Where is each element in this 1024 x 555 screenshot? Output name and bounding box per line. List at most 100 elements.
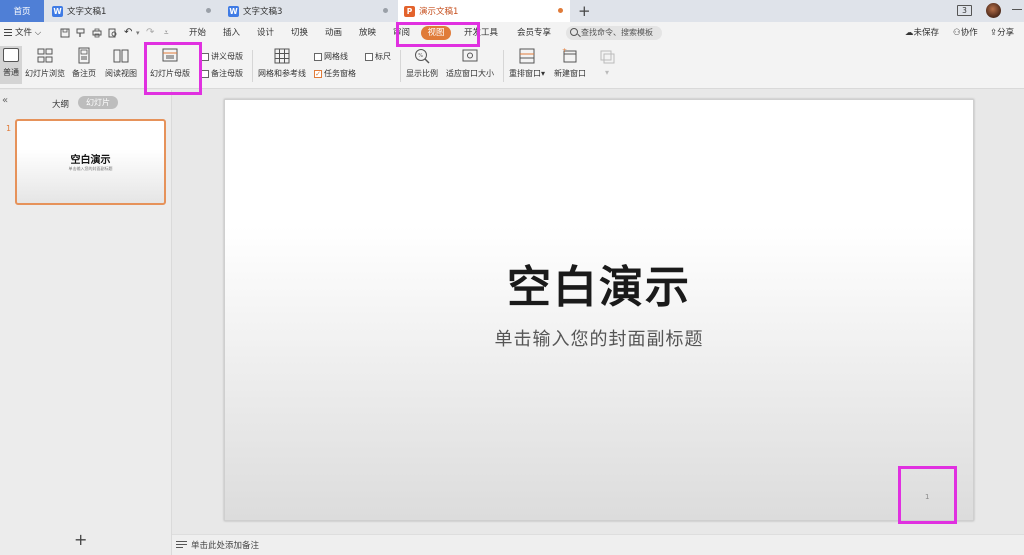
tab-design[interactable]: 设计 xyxy=(257,22,274,44)
book-icon xyxy=(113,49,129,63)
ruler-checkbox[interactable]: 标尺 xyxy=(365,51,391,62)
tab-insert[interactable]: 插入 xyxy=(223,22,240,44)
tab-transitions[interactable]: 切换 xyxy=(291,22,308,44)
slide-title[interactable]: 空白演示 xyxy=(225,251,973,315)
undo-icon[interactable]: ↶ xyxy=(124,22,132,44)
notes-placeholder: 单击此处添加备注 xyxy=(191,541,260,551)
new-window-label: 新建窗口 xyxy=(554,69,586,78)
reading-view-label: 阅读视图 xyxy=(105,69,137,78)
tab-doc3[interactable]: W 文字文稿3 xyxy=(222,0,396,22)
notes-page-icon xyxy=(78,47,90,64)
slides-tab[interactable]: 幻灯片 xyxy=(78,96,118,109)
tab-animations[interactable]: 动画 xyxy=(325,22,342,44)
tab-close-dot-icon[interactable] xyxy=(206,8,211,13)
tab-presentation[interactable]: P 演示文稿1 xyxy=(398,0,570,22)
new-tab-button[interactable]: + xyxy=(578,2,591,20)
slide-browse-label: 幻灯片浏览 xyxy=(25,69,65,78)
highlight-box xyxy=(144,42,202,95)
notes-master-button[interactable]: 备注母版 xyxy=(201,68,243,79)
gridlines-checkbox[interactable]: 网格线 xyxy=(314,51,348,62)
save-icon[interactable] xyxy=(60,28,70,38)
normal-view-icon xyxy=(3,48,19,62)
writer-icon: W xyxy=(228,5,239,17)
minimize-icon[interactable] xyxy=(1012,9,1022,10)
slide-browse-button[interactable]: 幻灯片浏览 xyxy=(25,47,65,79)
ribbon-divider xyxy=(252,50,253,82)
rearrange-windows-button[interactable]: 重排窗口▾ xyxy=(509,47,545,79)
undo-dropdown-icon[interactable]: ▾ xyxy=(136,22,140,44)
thumbnail-title: 空白演示 xyxy=(70,155,111,166)
writer-icon: W xyxy=(52,5,63,17)
avatar[interactable] xyxy=(986,3,1001,18)
notes-page-button[interactable]: 备注页 xyxy=(72,47,96,79)
slide-canvas[interactable]: 空白演示 单击输入您的封面副标题 1 xyxy=(224,99,974,521)
grid-guides-label: 网格和参考线 xyxy=(258,69,306,78)
format-painter-icon[interactable] xyxy=(76,28,86,38)
task-pane-checkbox[interactable]: 任务窗格 xyxy=(314,68,356,79)
notes-master-label: 备注母版 xyxy=(211,69,243,78)
fit-window-label: 适应窗口大小 xyxy=(446,69,494,78)
ruler-label: 标尺 xyxy=(375,52,391,61)
tab-close-dot-icon[interactable] xyxy=(383,8,388,13)
tab-doc1[interactable]: W 文字文稿1 xyxy=(46,0,220,22)
slide-panel: « 大纲 幻灯片 1 空白演示 单击输入您的封面副标题 + xyxy=(0,90,172,555)
redo-icon[interactable]: ↷ xyxy=(146,22,154,44)
window-switch-chevron-icon: ▾ xyxy=(604,68,609,77)
fit-window-button[interactable]: 适应窗口大小 xyxy=(446,47,494,79)
tab-presentation-label: 演示文稿1 xyxy=(419,7,459,17)
collaborate-label: 协作 xyxy=(960,28,978,38)
grid-guides-button[interactable]: 网格和参考线 xyxy=(258,47,306,79)
file-menu[interactable]: 文件 ⌵ xyxy=(4,22,41,44)
search-icon xyxy=(570,28,578,36)
command-search-input[interactable]: 查找命令、搜索模板 xyxy=(566,26,662,40)
reading-view-button[interactable]: 阅读视图 xyxy=(105,47,137,79)
notes-icon xyxy=(176,541,187,550)
gridlines-label: 网格线 xyxy=(324,52,348,61)
unsaved-button[interactable]: ☁未保存 xyxy=(905,22,939,44)
print-preview-icon[interactable] xyxy=(108,28,118,38)
share-button[interactable]: ⇪分享 xyxy=(990,22,1014,44)
handout-master-icon xyxy=(201,52,209,61)
unsaved-dot-icon[interactable] xyxy=(558,8,563,13)
slide-number-label: 1 xyxy=(6,124,12,133)
add-slide-button[interactable]: + xyxy=(74,530,87,549)
zoom-button[interactable]: % 显示比例 xyxy=(406,47,438,79)
window-switch-button[interactable]: ▾ xyxy=(598,47,616,77)
tab-home-label: 首页 xyxy=(13,7,31,17)
ribbon-divider xyxy=(400,50,401,82)
tab-home-ribbon[interactable]: 开始 xyxy=(189,22,206,44)
slide-thumbnail[interactable]: 空白演示 单击输入您的封面副标题 xyxy=(15,119,166,205)
zoom-label: 显示比例 xyxy=(406,69,438,78)
grid-icon xyxy=(274,48,290,64)
new-window-button[interactable]: + 新建窗口 xyxy=(554,47,586,79)
notes-master-icon xyxy=(201,69,209,78)
slide-sorter-icon xyxy=(37,48,53,63)
tab-member[interactable]: 会员专享 xyxy=(517,22,551,44)
customize-toolbar-icon[interactable]: ⩡ xyxy=(164,22,169,44)
thumbnail-subtitle: 单击输入您的封面副标题 xyxy=(68,166,113,171)
tab-slideshow[interactable]: 放映 xyxy=(359,22,376,44)
presentation-icon: P xyxy=(404,5,415,17)
gridlines-checkbox-box xyxy=(314,52,322,61)
slide-subtitle[interactable]: 单击输入您的封面副标题 xyxy=(225,325,973,351)
normal-view-label: 普通 xyxy=(3,68,19,77)
print-icon[interactable] xyxy=(92,28,102,38)
outline-tab[interactable]: 大纲 xyxy=(52,98,69,110)
collaborate-button[interactable]: ⚇协作 xyxy=(953,22,978,44)
handout-master-label: 讲义母版 xyxy=(211,52,243,61)
zoom-icon: % xyxy=(415,49,430,64)
window-count-badge[interactable]: 3 xyxy=(957,5,972,16)
tab-doc3-label: 文字文稿3 xyxy=(243,7,283,17)
collapse-panel-icon[interactable]: « xyxy=(2,95,8,106)
file-menu-label: 文件 xyxy=(15,28,33,38)
rearrange-label: 重排窗口▾ xyxy=(509,69,546,78)
notes-page-label: 备注页 xyxy=(72,69,96,78)
unsaved-label: 未保存 xyxy=(913,28,940,38)
tab-home[interactable]: 首页 xyxy=(0,0,44,22)
normal-view-button[interactable]: 普通 xyxy=(0,46,22,84)
task-pane-checkbox-box xyxy=(314,69,322,78)
new-window-icon: + xyxy=(562,47,577,63)
cloud-icon: ☁ xyxy=(905,28,914,38)
handout-master-button[interactable]: 讲义母版 xyxy=(201,51,243,62)
notes-bar[interactable]: 单击此处添加备注 xyxy=(172,534,1024,555)
